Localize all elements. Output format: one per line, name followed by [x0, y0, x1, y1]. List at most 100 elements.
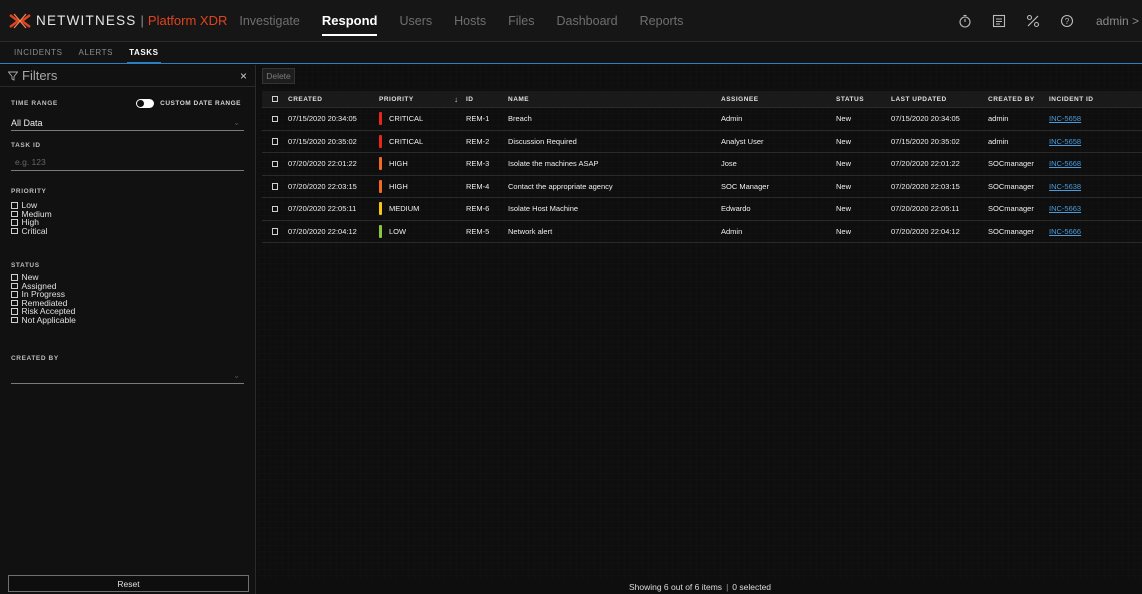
nav-dashboard[interactable]: Dashboard — [556, 0, 617, 42]
row-checkbox[interactable] — [271, 205, 279, 212]
cell-name: Contact the appropriate agency — [508, 181, 613, 191]
table-row[interactable]: 07/20/2020 22:03:15 HIGH REM-4 Contact t… — [262, 176, 1142, 198]
tools-icon[interactable] — [1018, 0, 1048, 42]
filters-panel: Filters × TIME RANGE CUSTOM DATE RANGE A… — [0, 65, 256, 594]
selected-count: 0 selected — [732, 582, 772, 592]
cell-name: Isolate Host Machine — [508, 204, 579, 214]
col-last-updated[interactable]: LAST UPDATED — [891, 96, 988, 103]
task-id-input[interactable] — [11, 156, 244, 167]
table-header: CREATED PRIORITY ↓ ID NAME ASSIGNEE STAT… — [262, 91, 1142, 108]
checkbox[interactable] — [11, 282, 18, 289]
tab-alerts[interactable]: ALERTS — [79, 42, 114, 63]
cell-status: New — [836, 181, 852, 191]
incident-link[interactable]: INC-5666 — [1049, 227, 1081, 236]
checkbox[interactable] — [11, 299, 18, 306]
checkbox[interactable] — [11, 291, 18, 298]
cell-id: REM-6 — [466, 204, 490, 214]
cell-created: 07/20/2020 22:01:22 — [288, 159, 357, 169]
brand[interactable]: NETWITNESS | Platform XDR — [8, 0, 227, 42]
row-checkbox[interactable] — [271, 228, 279, 235]
checkbox[interactable] — [11, 210, 18, 217]
incident-link[interactable]: INC-5638 — [1049, 182, 1081, 191]
tab-tasks[interactable]: TASKS — [127, 42, 161, 64]
close-icon[interactable]: × — [240, 69, 247, 83]
col-created-by[interactable]: CREATED BY — [988, 96, 1049, 103]
table-row[interactable]: 07/20/2020 22:01:22 HIGH REM-3 Isolate t… — [262, 153, 1142, 176]
cell-name: Network alert — [508, 226, 553, 236]
col-name[interactable]: NAME — [508, 96, 721, 103]
checkbox[interactable] — [11, 202, 18, 209]
select-all-checkbox[interactable] — [271, 95, 279, 103]
delete-button[interactable]: Delete — [262, 68, 295, 84]
cell-name: Breach — [508, 114, 532, 124]
col-created[interactable]: CREATED — [288, 96, 379, 103]
row-checkbox[interactable] — [271, 138, 279, 145]
nav-users[interactable]: Users — [399, 0, 432, 42]
stopwatch-icon[interactable] — [950, 0, 980, 42]
table-row[interactable]: 07/15/2020 20:35:02 CRITICAL REM-2 Discu… — [262, 131, 1142, 153]
cell-incident-id: INC-5663 — [1049, 204, 1129, 213]
time-range-select[interactable]: All Data ⌄ — [11, 115, 244, 131]
nav-investigate[interactable]: Investigate — [239, 0, 299, 42]
select-all-cell — [262, 95, 288, 103]
priority-indicator — [379, 157, 382, 171]
sort-desc-icon[interactable]: ↓ — [454, 95, 466, 104]
cell-created: 07/15/2020 20:35:02 — [288, 136, 357, 146]
cell-priority: CRITICAL — [379, 112, 454, 126]
cell-priority: MEDIUM — [379, 202, 454, 216]
tasks-table: CREATED PRIORITY ↓ ID NAME ASSIGNEE STAT… — [262, 91, 1142, 243]
user-menu[interactable]: admin > — [1096, 14, 1142, 28]
nav-files[interactable]: Files — [508, 0, 534, 42]
nav-reports[interactable]: Reports — [640, 0, 684, 42]
col-incident-id[interactable]: INCIDENT ID — [1049, 96, 1129, 103]
col-priority[interactable]: PRIORITY — [379, 96, 454, 103]
row-checkbox[interactable] — [271, 160, 279, 167]
checkbox[interactable] — [11, 219, 18, 226]
reports-icon[interactable] — [984, 0, 1014, 42]
priority-indicator — [379, 202, 382, 216]
cell-created-by: SOCmanager — [988, 226, 1034, 236]
cell-incident-id: INC-5666 — [1049, 227, 1129, 236]
priority-option-critical[interactable]: Critical — [11, 226, 211, 236]
row-checkbox[interactable] — [271, 183, 279, 190]
table-row[interactable]: 07/20/2020 22:04:12 LOW REM-5 Network al… — [262, 221, 1142, 243]
time-range-value: All Data — [11, 117, 43, 128]
cell-created: 07/20/2020 22:05:11 — [288, 204, 357, 214]
incident-link[interactable]: INC-5658 — [1049, 137, 1081, 146]
cell-created-by: SOCmanager — [988, 204, 1034, 214]
row-checkbox[interactable] — [271, 115, 279, 122]
nav-respond[interactable]: Respond — [321, 0, 377, 42]
custom-date-range-label: CUSTOM DATE RANGE — [160, 100, 241, 107]
row-check-cell — [262, 205, 288, 212]
respond-subtabs: INCIDENTS ALERTS TASKS — [0, 42, 1142, 64]
nav-hosts[interactable]: Hosts — [454, 0, 486, 42]
col-status[interactable]: STATUS — [836, 96, 891, 103]
priority-label: CRITICAL — [389, 136, 424, 146]
priority-label: HIGH — [389, 181, 408, 191]
checkbox[interactable] — [11, 308, 18, 315]
cell-name: Isolate the machines ASAP — [508, 159, 599, 169]
row-check-cell — [262, 183, 288, 190]
checkbox[interactable] — [11, 227, 18, 234]
task-id-field[interactable] — [11, 153, 244, 171]
help-icon[interactable]: ? — [1052, 0, 1082, 42]
cell-assignee: Jose — [721, 159, 737, 169]
created-by-select[interactable]: ⌄ — [11, 368, 244, 384]
table-row[interactable]: 07/20/2020 22:05:11 MEDIUM REM-6 Isolate… — [262, 198, 1142, 221]
incident-link[interactable]: INC-5658 — [1049, 114, 1081, 123]
tab-incidents[interactable]: INCIDENTS — [14, 42, 63, 63]
custom-date-range-toggle[interactable] — [136, 99, 155, 108]
col-assignee[interactable]: ASSIGNEE — [721, 96, 836, 103]
incident-link[interactable]: INC-5668 — [1049, 159, 1081, 168]
checkbox[interactable] — [11, 316, 18, 323]
checkbox[interactable] — [11, 274, 18, 281]
cell-priority: CRITICAL — [379, 134, 454, 148]
col-id[interactable]: ID — [466, 96, 508, 103]
tasks-main: Delete CREATED PRIORITY ↓ ID NAME ASSIGN… — [258, 65, 1142, 594]
priority-option-medium[interactable]: Medium — [11, 209, 211, 219]
reset-button[interactable]: Reset — [8, 575, 249, 592]
cell-priority: LOW — [379, 224, 454, 238]
status-option-not-applicable[interactable]: Not Applicable — [11, 315, 211, 325]
incident-link[interactable]: INC-5663 — [1049, 204, 1081, 213]
table-row[interactable]: 07/15/2020 20:34:05 CRITICAL REM-1 Breac… — [262, 108, 1142, 131]
